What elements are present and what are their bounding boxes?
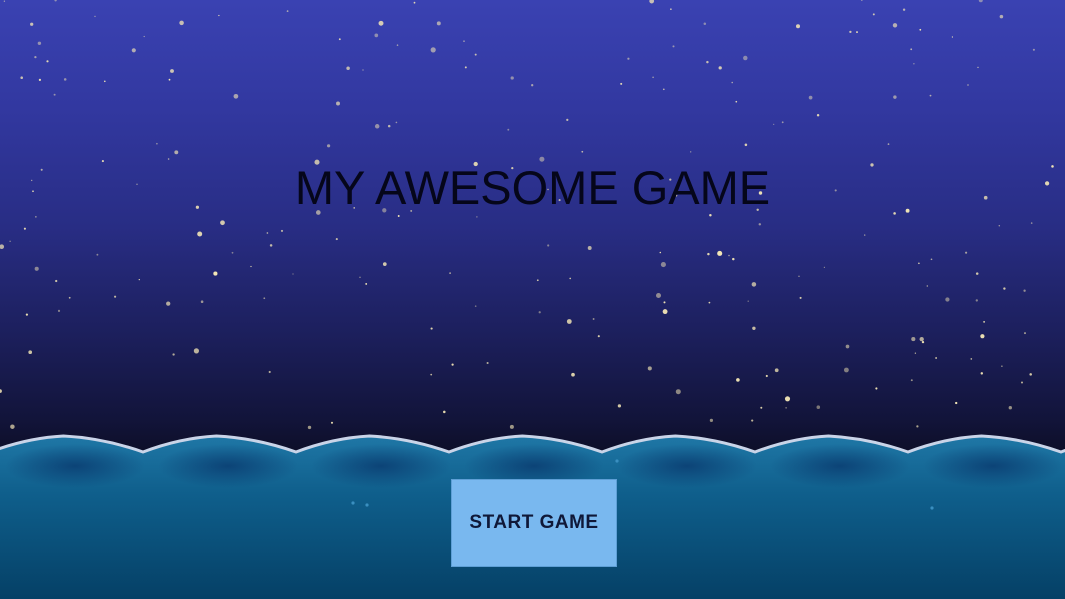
bubble: [351, 501, 355, 505]
wave-shadow: [311, 444, 451, 488]
start-game-button[interactable]: START GAME: [451, 479, 617, 567]
wave-shadow: [158, 444, 298, 488]
bubble: [615, 459, 619, 463]
title-screen: MY AWESOME GAME START GAME: [0, 0, 1065, 599]
bubble: [365, 503, 369, 507]
wave-shadow: [617, 444, 757, 488]
bubble: [930, 506, 934, 510]
wave-shadow: [923, 444, 1063, 488]
wave-shadow: [5, 444, 145, 488]
wave-shadow: [770, 444, 910, 488]
